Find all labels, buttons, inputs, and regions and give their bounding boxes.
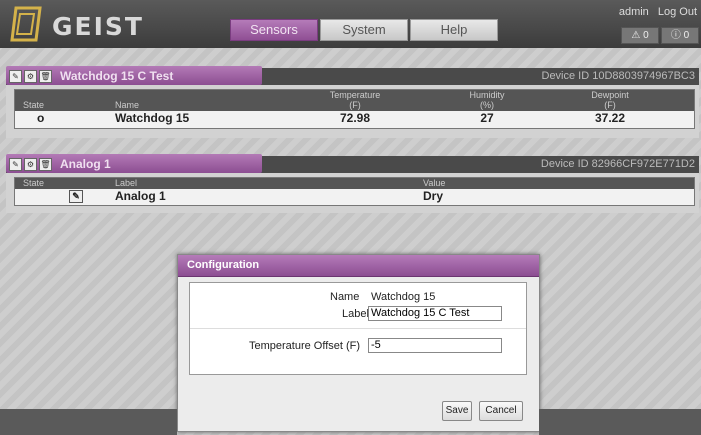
main-nav: Sensors System Help: [230, 19, 500, 41]
col-value: Value: [423, 178, 446, 188]
sensor-value: Dry: [423, 189, 444, 203]
footer-bar-left: [0, 409, 177, 435]
panel-header: ✎ ⚙ 🗑 Watchdog 15 C Test Device ID 10D88…: [6, 66, 699, 85]
temperature-offset-input[interactable]: [368, 338, 502, 353]
sensor-panel-watchdog: ✎ ⚙ 🗑 Watchdog 15 C Test Device ID 10D88…: [6, 66, 699, 138]
footer-bar-right: [539, 409, 701, 435]
user-links: admin Log Out: [613, 6, 697, 18]
panel-icons: ✎ ⚙ 🗑: [9, 158, 54, 171]
logo-text: GEIST: [52, 12, 144, 41]
wrench-icon[interactable]: ✎: [69, 190, 83, 203]
sensor-name: Watchdog 15: [115, 111, 190, 125]
user-link[interactable]: admin: [619, 6, 649, 18]
name-value: Watchdog 15: [371, 291, 436, 303]
geist-logo: GEIST: [8, 6, 142, 42]
warning-icon: ⚠: [631, 30, 641, 41]
top-bar: GEIST Sensors System Help admin Log Out …: [0, 0, 701, 48]
save-button[interactable]: Save: [442, 401, 472, 421]
col-state: State: [23, 100, 45, 110]
panel-icons: ✎ ⚙ 🗑: [9, 70, 54, 83]
trash-icon[interactable]: 🗑: [39, 158, 52, 171]
name-label: Name: [330, 291, 360, 303]
logo-mark-icon: [10, 6, 42, 42]
col-dewpoint: Dewpoint (F): [591, 90, 629, 110]
tab-help[interactable]: Help: [410, 19, 498, 41]
humidity-value: 27: [480, 111, 494, 125]
col-state: State: [23, 178, 45, 188]
table-row: o Watchdog 15 72.98 27 37.22: [15, 111, 694, 126]
panel-title: Watchdog 15 C Test: [60, 69, 174, 83]
gear-icon[interactable]: ⚙: [24, 158, 37, 171]
warning-count: 0: [643, 30, 649, 41]
config-form: Name Watchdog 15 Label Temperature Offse…: [189, 282, 527, 375]
table-header: State Label Value: [15, 178, 694, 189]
dialog-title: Configuration: [178, 255, 539, 277]
alert-counters: ⚠ 0 ⓘ 0: [619, 27, 699, 44]
trash-icon[interactable]: 🗑: [39, 70, 52, 83]
panel-body: State Name Temperature (F) Humidity (%) …: [6, 85, 699, 138]
sensor-table: State Label Value ✎ Analog 1 Dry: [14, 177, 695, 206]
info-count: 0: [683, 30, 690, 41]
col-label: Label: [115, 178, 138, 188]
col-temperature: Temperature (F): [329, 90, 381, 110]
dewpoint-value: 37.22: [594, 111, 626, 125]
info-icon: ⓘ: [670, 30, 681, 41]
device-id: Device ID 82966CF972E771D2: [540, 158, 695, 170]
temperature-offset-label: Temperature Offset (F): [249, 340, 361, 352]
logout-link[interactable]: Log Out: [658, 6, 697, 18]
tab-system[interactable]: System: [320, 19, 408, 41]
panel-body: State Label Value ✎ Analog 1 Dry: [6, 173, 699, 213]
table-row: ✎ Analog 1 Dry: [15, 189, 694, 204]
temperature-value: 72.98: [339, 111, 371, 125]
sensor-panel-analog: ✎ ⚙ 🗑 Analog 1 Device ID 82966CF972E771D…: [6, 154, 699, 214]
form-divider: [190, 328, 526, 329]
info-alert-badge[interactable]: ⓘ 0: [661, 27, 699, 44]
tab-sensors[interactable]: Sensors: [230, 19, 318, 41]
sensor-table: State Name Temperature (F) Humidity (%) …: [14, 89, 695, 129]
device-id: Device ID 10D8803974967BC3: [541, 70, 696, 82]
configuration-dialog: Configuration Name Watchdog 15 Label Tem…: [177, 254, 540, 432]
gear-icon[interactable]: ⚙: [24, 70, 37, 83]
label-input[interactable]: [368, 306, 502, 321]
wrench-icon[interactable]: ✎: [9, 70, 22, 83]
panel-title: Analog 1: [60, 157, 111, 171]
panel-header: ✎ ⚙ 🗑 Analog 1 Device ID 82966CF972E771D…: [6, 154, 699, 173]
state-indicator: o: [37, 111, 45, 125]
warning-alert-badge[interactable]: ⚠ 0: [621, 27, 659, 44]
label-label: Label: [342, 308, 369, 320]
col-name: Name: [115, 100, 140, 110]
col-humidity: Humidity (%): [469, 90, 505, 110]
sensor-label: Analog 1: [115, 189, 166, 203]
cancel-button[interactable]: Cancel: [479, 401, 523, 421]
wrench-icon[interactable]: ✎: [9, 158, 22, 171]
table-header: State Name Temperature (F) Humidity (%) …: [15, 90, 694, 111]
